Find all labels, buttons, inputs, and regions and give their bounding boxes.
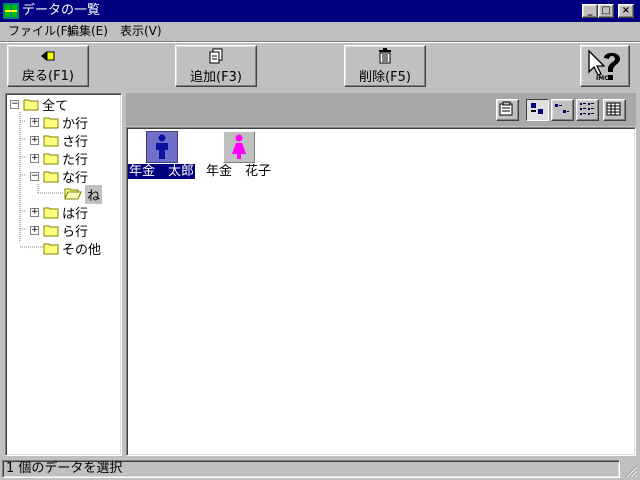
tree-collapse-icon[interactable]: − (30, 171, 39, 181)
list-view-icon (580, 103, 594, 115)
person-name: 年金 太郎 (128, 164, 196, 179)
large-icons-view-icon (531, 103, 543, 114)
menu-bar: ファイル(F) 編集(E) 表示(V) (0, 22, 640, 40)
data-list-view[interactable]: 年金 太郎 年金 花子 (126, 127, 636, 456)
list-toolbar (126, 93, 636, 126)
tree-item-ha[interactable]: + は行 (30, 203, 89, 222)
tree-expand-icon[interactable]: + (30, 153, 39, 163)
tree-label: さ行 (62, 134, 89, 150)
maximize-button[interactable]: □ (598, 4, 614, 18)
tree-label-selected: ね (85, 184, 103, 204)
back-icon (41, 50, 55, 61)
add-button[interactable]: 追加(F3) (175, 45, 257, 87)
help-badge: IMC (596, 75, 609, 82)
person-icon-frame (145, 131, 178, 163)
tree-item-ra[interactable]: + ら行 (30, 221, 89, 240)
person-icon-frame (222, 131, 255, 163)
status-bar: 1 個のデータを選択 (0, 458, 640, 480)
help-button[interactable]: IMC (580, 45, 630, 87)
person-name: 年金 花子 (206, 164, 272, 179)
folder-icon (43, 225, 59, 236)
category-tree[interactable]: − 全て + か行 + さ行 + た行 − な行 ね + は行 + ら行 その他 (5, 93, 122, 456)
app-icon[interactable] (3, 3, 19, 19)
view-large-icons-button[interactable] (526, 99, 549, 121)
tree-item-sa[interactable]: + さ行 (30, 131, 89, 150)
tree-label: た行 (62, 152, 89, 168)
menu-view[interactable]: 表示(V) (120, 23, 162, 39)
delete-label: 削除(F5) (359, 69, 411, 85)
tree-label: な行 (62, 170, 89, 186)
tree-expand-icon[interactable]: + (30, 207, 39, 217)
list-item-hanako[interactable]: 年金 花子 (205, 131, 272, 179)
resize-grip-icon[interactable] (624, 464, 638, 478)
details-view-icon (606, 102, 621, 116)
list-item-taro[interactable]: 年金 太郎 (128, 131, 196, 179)
menu-file[interactable]: ファイル(F) (8, 23, 72, 39)
view-details-button[interactable] (603, 99, 626, 121)
tree-item-na[interactable]: − な行 (30, 167, 89, 186)
open-folder-icon (64, 188, 82, 200)
tree-item-all[interactable]: − 全て (10, 95, 69, 114)
minimize-button[interactable]: _ (582, 4, 598, 18)
add-document-icon (209, 48, 223, 63)
tree-item-ta[interactable]: + た行 (30, 149, 89, 168)
properties-button[interactable] (496, 99, 519, 121)
back-label: 戻る(F1) (22, 68, 74, 84)
tree-item-ka[interactable]: + か行 (30, 113, 89, 132)
tree-item-other[interactable]: その他 (43, 239, 102, 258)
help-question-icon: IMC (588, 49, 620, 82)
tree-label: は行 (62, 206, 89, 222)
delete-button[interactable]: 削除(F5) (344, 45, 426, 87)
tree-item-ne[interactable]: ね (64, 184, 103, 204)
tree-expand-icon[interactable]: + (30, 225, 39, 235)
tree-expand-icon[interactable]: + (30, 135, 39, 145)
small-icons-view-icon (555, 104, 569, 113)
view-list-button[interactable] (576, 99, 599, 121)
folder-icon (23, 99, 39, 110)
window-title: データの一覧 (22, 3, 101, 18)
folder-icon (43, 117, 59, 128)
status-text: 1 個のデータを選択 (2, 460, 620, 478)
close-button[interactable]: × (618, 4, 634, 18)
view-small-icons-button[interactable] (551, 99, 574, 121)
tree-collapse-icon[interactable]: − (10, 99, 19, 109)
menu-edit[interactable]: 編集(E) (67, 23, 108, 39)
properties-icon (499, 101, 513, 116)
toolbar-divider-highlight (0, 42, 640, 43)
folder-icon (43, 171, 59, 182)
trash-icon (379, 47, 391, 63)
female-person-icon (231, 134, 246, 159)
tree-label: その他 (62, 242, 102, 258)
title-bar[interactable]: データの一覧 _ □ × (0, 0, 640, 22)
add-label: 追加(F3) (190, 69, 242, 85)
tree-label: か行 (62, 116, 89, 132)
tree-label: 全て (42, 98, 69, 114)
tree-label: ら行 (62, 224, 89, 240)
folder-icon (43, 243, 59, 254)
folder-icon (43, 153, 59, 164)
back-button[interactable]: 戻る(F1) (7, 45, 89, 87)
folder-icon (43, 135, 59, 146)
male-person-icon (155, 134, 168, 159)
folder-icon (43, 207, 59, 218)
tree-expand-icon[interactable]: + (30, 117, 39, 127)
